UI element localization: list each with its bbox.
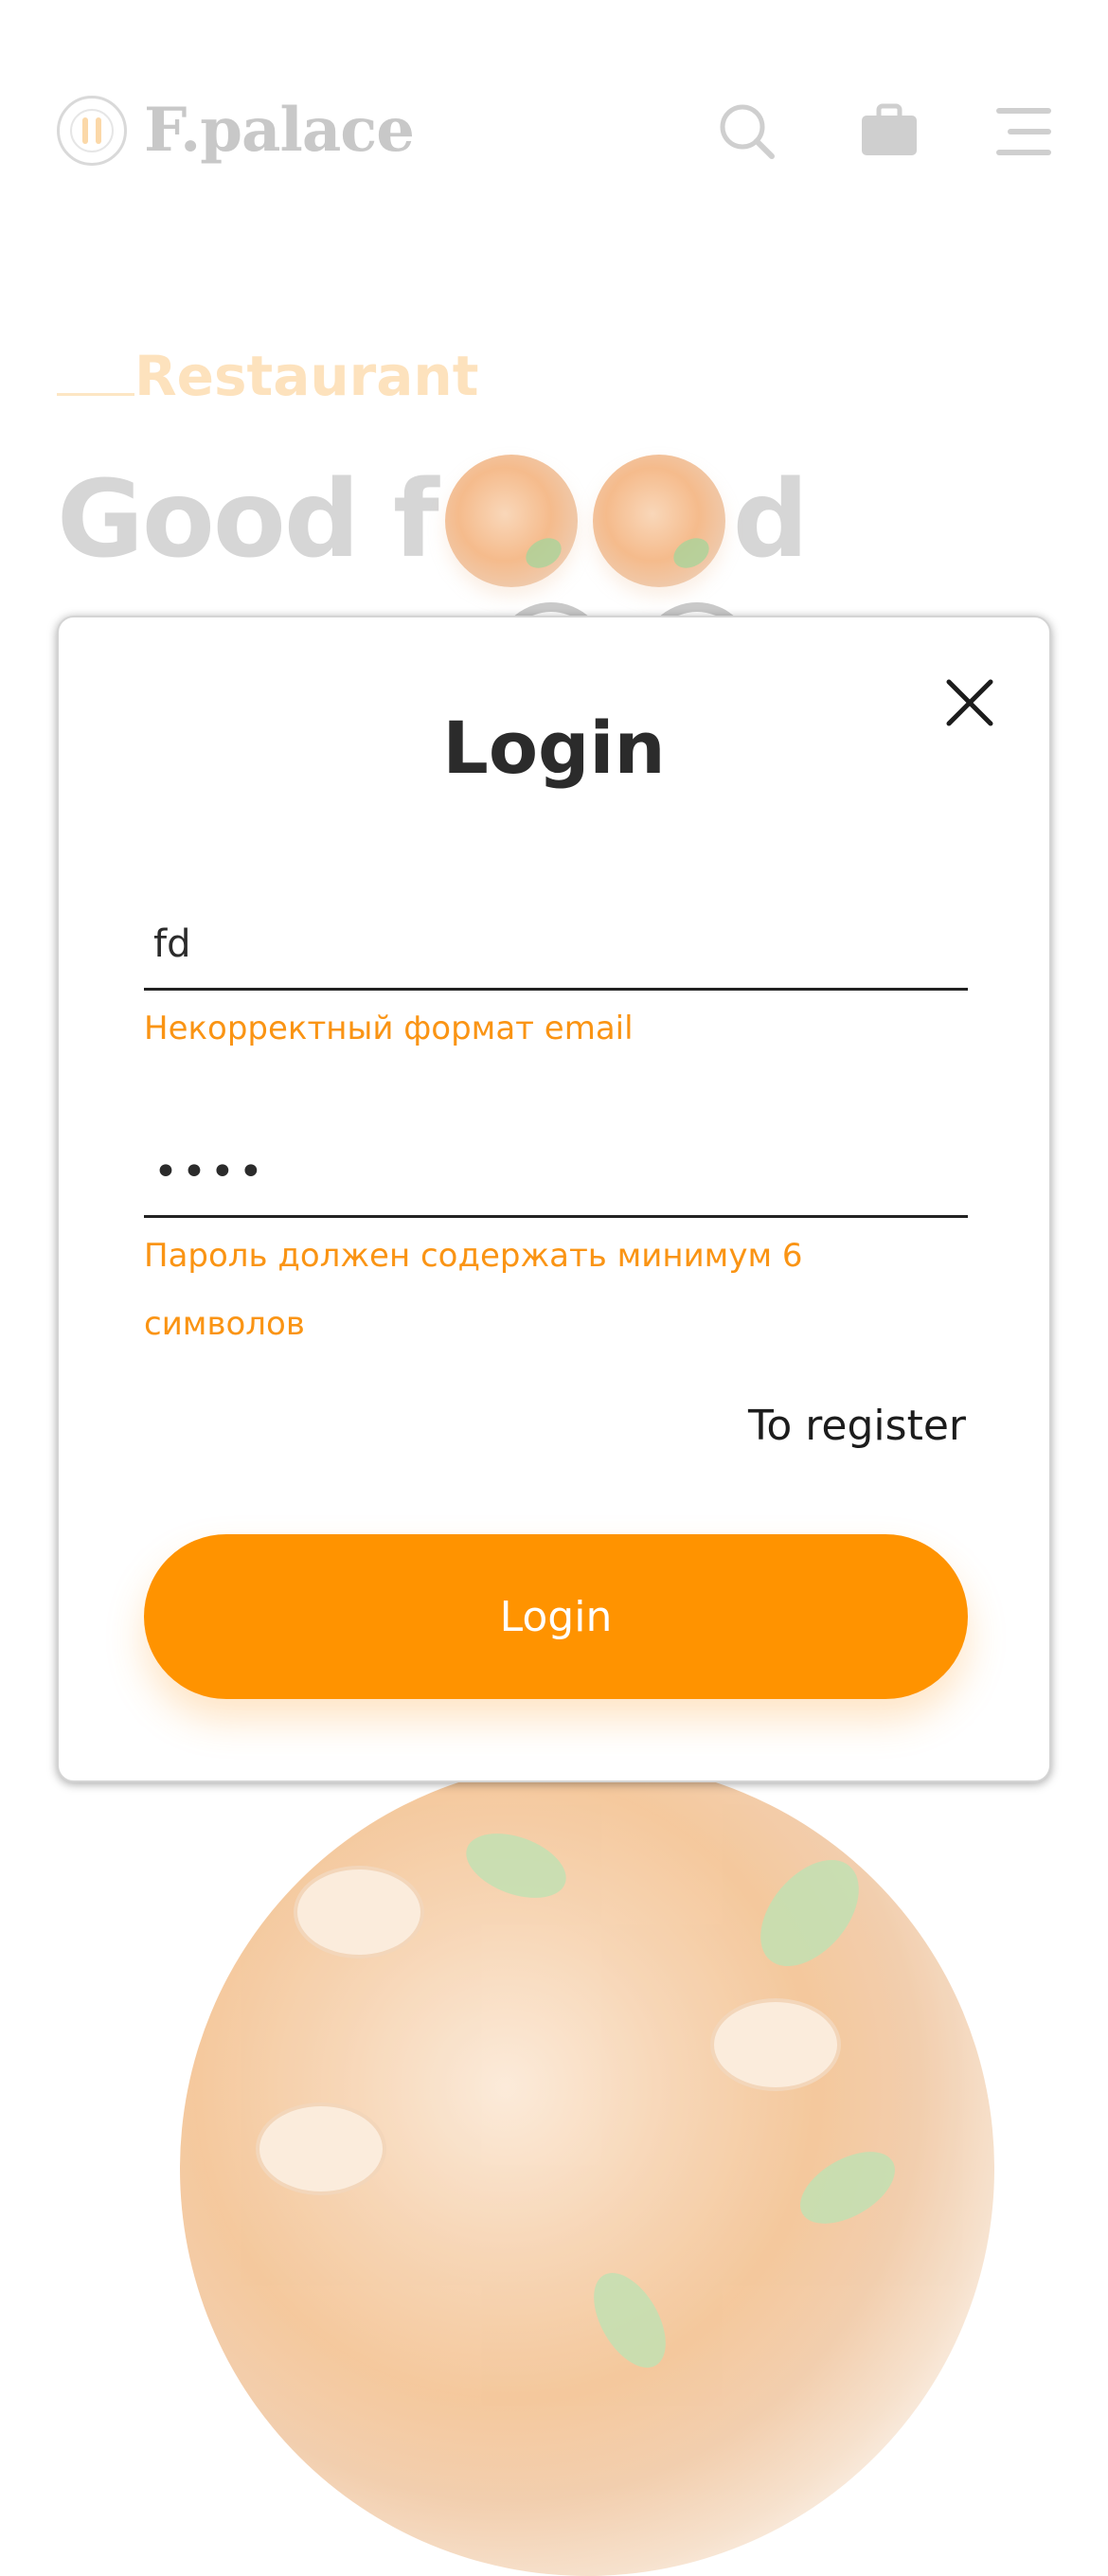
logo[interactable]: F.palace xyxy=(57,95,415,166)
password-field-wrapper xyxy=(144,1129,968,1218)
password-field[interactable] xyxy=(144,1129,968,1214)
modal-title: Login xyxy=(442,706,666,790)
register-link[interactable]: To register xyxy=(748,1402,966,1450)
hamburger-menu-icon[interactable] xyxy=(994,102,1053,161)
login-button[interactable]: Login xyxy=(144,1534,968,1699)
dish-detail xyxy=(741,1841,879,1985)
dish-detail xyxy=(579,2261,681,2380)
email-error: Некорректный формат email xyxy=(144,1010,634,1047)
password-error: Пароль должен содержать минимум 6 символ… xyxy=(144,1237,803,1343)
eyebrow-line xyxy=(57,393,134,396)
dish-detail xyxy=(294,1866,424,1959)
dish-detail xyxy=(457,1820,575,1911)
logo-icon xyxy=(57,95,127,166)
hero-title-part2: d xyxy=(732,458,809,582)
dish-detail xyxy=(788,2137,907,2239)
dish-detail xyxy=(256,2102,386,2195)
dish-detail xyxy=(710,1998,841,2091)
hero-eyebrow: Restaurant xyxy=(57,349,478,403)
dish-thumbnail xyxy=(592,455,725,587)
site-header: F.palace xyxy=(0,0,1108,265)
eyebrow-text: Restaurant xyxy=(134,344,479,408)
dish-thumbnail xyxy=(444,455,578,587)
search-icon[interactable] xyxy=(718,102,777,161)
close-icon[interactable] xyxy=(941,674,998,731)
hero-title-part1: Good f xyxy=(57,458,439,582)
bag-icon[interactable] xyxy=(860,102,919,161)
login-modal: Login Некорректный формат email Пароль д… xyxy=(57,616,1051,1782)
dish-image xyxy=(180,1762,994,2576)
hero-title: Good f d xyxy=(57,455,809,587)
email-field[interactable] xyxy=(144,902,968,987)
logo-text: F.palace xyxy=(144,95,415,166)
email-field-wrapper xyxy=(144,902,968,991)
